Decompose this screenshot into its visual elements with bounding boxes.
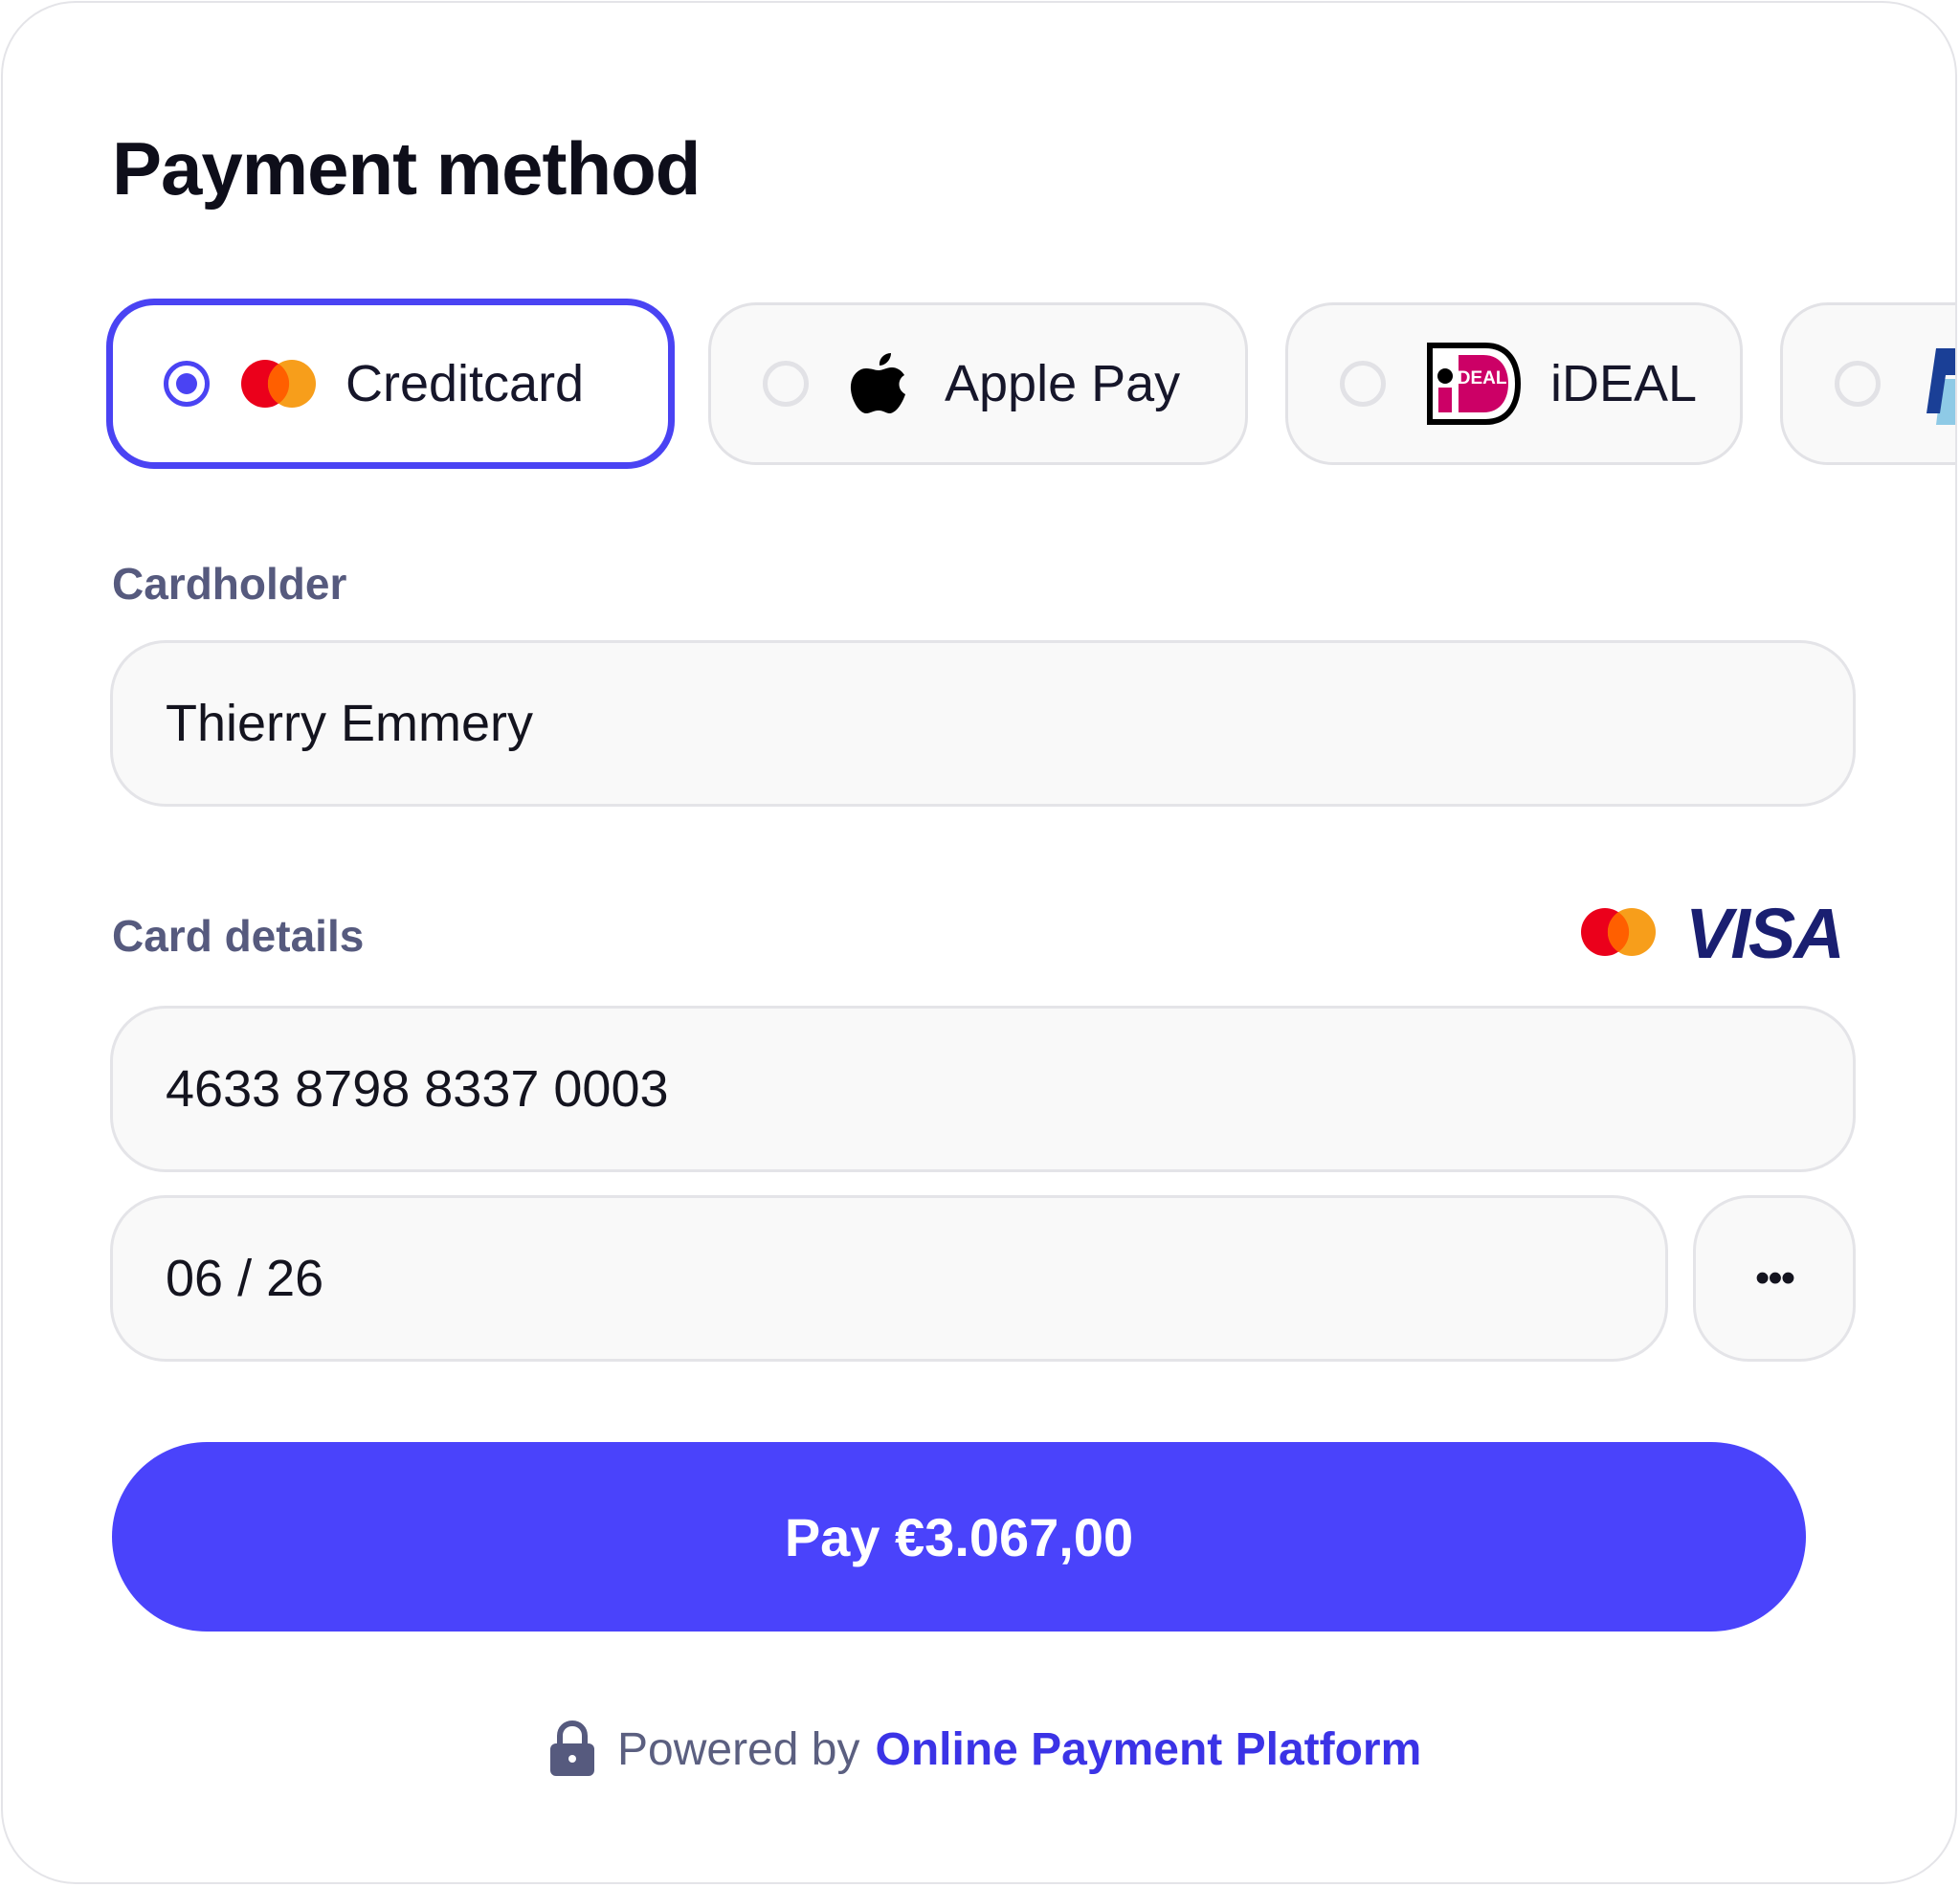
- expiry-value: 06 / 26: [166, 1250, 324, 1307]
- cardholder-label: Cardholder: [112, 559, 347, 609]
- pay-button-label: Pay €3.067,00: [784, 1506, 1134, 1567]
- footer: Powered by Online Payment Platform: [548, 1716, 1421, 1783]
- visa-logo: VISA: [1685, 894, 1845, 973]
- apple-icon: [850, 353, 905, 413]
- card-details-label: Card details: [112, 911, 365, 961]
- card-number-value: 4633 8798 8337 0003: [166, 1060, 669, 1118]
- payment-card: Payment method Creditcard Apple Pay IDEA…: [1, 1, 1957, 1884]
- method-paypal[interactable]: [1780, 302, 1955, 465]
- radio-empty-icon[interactable]: [1835, 361, 1881, 407]
- ideal-icon: IDEAL: [1427, 343, 1522, 425]
- cardholder-value: Thierry Emmery: [166, 695, 534, 752]
- radio-empty-icon[interactable]: [763, 361, 809, 407]
- page-title: Payment method: [112, 126, 701, 211]
- ideal-logo-text: IDEAL: [1453, 368, 1507, 388]
- cvc-value: •••: [1754, 1254, 1795, 1301]
- method-apple-pay[interactable]: Apple Pay: [708, 302, 1248, 465]
- method-label: Creditcard: [345, 355, 585, 412]
- mastercard-icon: [241, 360, 316, 408]
- expiry-input[interactable]: 06 / 26: [110, 1195, 1668, 1362]
- card-number-input[interactable]: 4633 8798 8337 0003: [110, 1006, 1856, 1172]
- method-creditcard[interactable]: Creditcard: [106, 299, 675, 469]
- radio-selected-icon[interactable]: [164, 361, 210, 407]
- cardholder-input[interactable]: Thierry Emmery: [110, 640, 1856, 807]
- pay-button[interactable]: Pay €3.067,00: [112, 1442, 1806, 1632]
- method-label: Apple Pay: [945, 355, 1181, 412]
- radio-empty-icon[interactable]: [1340, 361, 1386, 407]
- powered-by-text: Powered by: [617, 1723, 860, 1775]
- cvc-input[interactable]: •••: [1693, 1195, 1856, 1362]
- mastercard-icon: [1581, 908, 1656, 956]
- lock-icon: [550, 1720, 594, 1776]
- platform-link[interactable]: Online Payment Platform: [875, 1723, 1421, 1776]
- method-ideal[interactable]: IDEAL iDEAL: [1285, 302, 1743, 465]
- method-label: iDEAL: [1550, 355, 1698, 412]
- paypal-icon: [1927, 348, 1955, 425]
